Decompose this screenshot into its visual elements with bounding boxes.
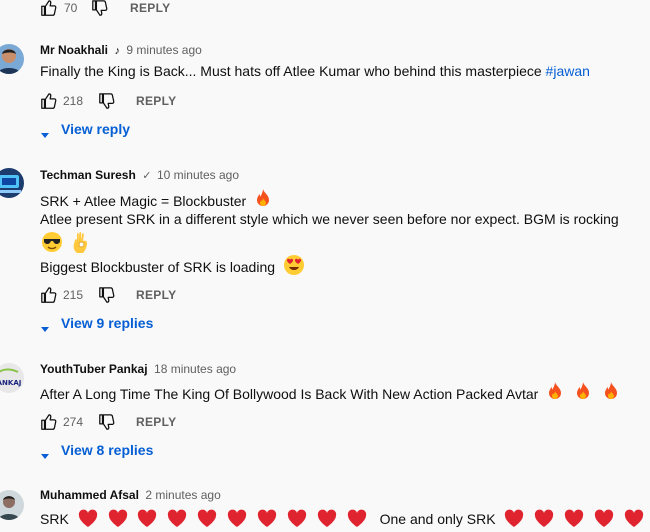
reply-button[interactable]: REPLY — [136, 415, 176, 429]
reply-button[interactable]: REPLY — [136, 94, 176, 108]
comment-author[interactable]: YouthTuber Pankaj — [40, 362, 148, 376]
red-heart-emoji — [196, 509, 218, 532]
ok-hand-emoji — [71, 230, 91, 259]
red-heart-emoji — [346, 509, 368, 532]
like-count: 70 — [64, 1, 78, 15]
red-heart-emoji — [77, 509, 99, 532]
comment-text-body: SRK — [40, 511, 69, 528]
thumbs-up-icon[interactable] — [40, 287, 58, 305]
thumbs-down-icon[interactable] — [98, 287, 116, 305]
red-heart-emoji — [256, 509, 278, 532]
comment-text-line: After A Long Time The King Of Bollywood … — [40, 380, 621, 408]
comment-text-body: SRK + Atlee Magic = Blockbuster — [40, 193, 247, 210]
red-heart-emoji — [226, 509, 248, 532]
red-heart-emoji — [593, 509, 615, 532]
comment-header: Mr Noakhali ♪ 9 minutes ago — [40, 41, 202, 59]
red-heart-emoji — [563, 509, 585, 532]
red-heart-emoji — [107, 509, 129, 532]
thumbs-down-icon[interactable] — [98, 414, 116, 432]
red-heart-emoji — [623, 509, 645, 532]
svg-text:ANKAJ: ANKAJ — [0, 379, 21, 387]
comment-text-line: SRK One and only SRK — [40, 509, 650, 532]
comment-header: YouthTuber Pankaj 18 minutes ago — [40, 360, 236, 378]
view-replies-label: View reply — [61, 121, 131, 137]
comment-text-body: One and only SRK — [379, 511, 496, 528]
like-count: 218 — [63, 94, 84, 108]
red-heart-emoji — [166, 509, 188, 532]
comment-actions: 274 REPLY — [40, 414, 240, 432]
comment-text-body: Finally the King is Back... Must hats of… — [40, 63, 542, 79]
comment-actions: 218 REPLY — [40, 93, 240, 111]
like-count: 274 — [63, 415, 84, 429]
comment-timestamp[interactable]: 10 minutes ago — [157, 168, 239, 182]
fire-emoji — [573, 380, 593, 405]
fire-emoji — [545, 380, 565, 405]
sunglasses-emoji — [40, 231, 64, 258]
comment-header: Muhammed Afsal 2 minutes ago — [40, 486, 221, 504]
comment-actions: 215 REPLY — [40, 287, 240, 305]
avatar[interactable]: ANKAJ — [0, 363, 24, 393]
heart-eyes-emoji — [282, 254, 306, 279]
comment-author[interactable]: Mr Noakhali — [40, 43, 108, 57]
thumbs-up-icon[interactable] — [40, 414, 58, 432]
comment-text-line: Biggest Blockbuster of SRK is loading — [40, 254, 306, 281]
comment-author[interactable]: Techman Suresh — [40, 168, 136, 182]
red-heart-emoji — [136, 509, 158, 532]
red-heart-emoji — [286, 509, 308, 532]
verified-check-icon: ✓ — [142, 170, 152, 182]
like-count: 215 — [63, 288, 84, 302]
fire-emoji — [601, 380, 621, 405]
comment-text-body: Biggest Blockbuster of SRK is loading — [40, 259, 276, 276]
comment-timestamp[interactable]: 2 minutes ago — [145, 488, 220, 502]
caret-down-icon — [40, 447, 50, 465]
comment-text-line: Atlee present SRK in a different style w… — [40, 211, 619, 227]
red-heart-emoji — [316, 509, 338, 532]
thumbs-up-icon[interactable] — [40, 0, 58, 18]
thumbs-down-icon[interactable] — [91, 0, 109, 18]
music-note-icon: ♪ — [114, 45, 120, 57]
reply-button[interactable]: REPLY — [136, 288, 176, 302]
avatar[interactable] — [0, 490, 24, 520]
comment-header: Techman Suresh ✓ 10 minutes ago — [40, 166, 239, 184]
comment-text: Finally the King is Back... Must hats of… — [40, 63, 590, 79]
comment-timestamp[interactable]: 18 minutes ago — [154, 362, 236, 376]
hashtag-link[interactable]: #jawan — [546, 63, 590, 79]
avatar[interactable] — [0, 44, 24, 74]
reply-button[interactable]: REPLY — [130, 1, 170, 15]
comment-timestamp[interactable]: 9 minutes ago — [126, 43, 201, 57]
comment-actions: 70 REPLY — [40, 0, 240, 18]
red-heart-emoji — [533, 509, 555, 532]
view-replies-label: View 9 replies — [61, 315, 154, 331]
thumbs-up-icon[interactable] — [40, 93, 58, 111]
red-heart-emoji — [503, 509, 525, 532]
emoji-row — [40, 230, 91, 259]
view-replies-label: View 8 replies — [61, 442, 154, 458]
caret-down-icon — [40, 126, 50, 144]
thumbs-down-icon[interactable] — [98, 93, 116, 111]
fire-emoji — [253, 187, 273, 212]
comment-author[interactable]: Muhammed Afsal — [40, 488, 139, 502]
avatar[interactable] — [0, 168, 24, 198]
comment-text-body: After A Long Time The King Of Bollywood … — [40, 386, 539, 403]
caret-down-icon — [40, 320, 50, 338]
